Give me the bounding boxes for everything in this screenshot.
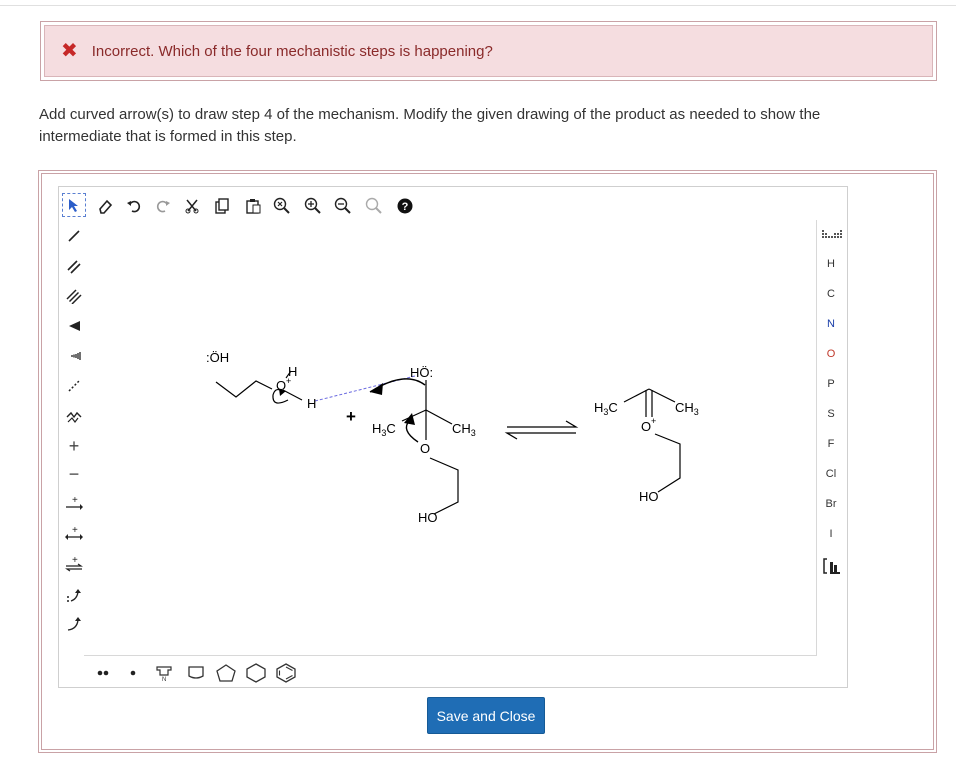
ch3-right-label: CH3 — [675, 400, 699, 417]
ring-o-label: O — [420, 441, 430, 456]
ho-bottom-label: HO — [418, 510, 438, 525]
hemiacetal-molecule[interactable] — [369, 378, 459, 515]
equilibrium-arrows — [504, 420, 579, 440]
ho-top-label: HÖ: — [410, 365, 433, 380]
oplus-right-label: O — [641, 419, 651, 434]
ch3-left-label: CH3 — [452, 421, 476, 438]
h3c-left-label: H3C — [372, 421, 396, 438]
oxonium-o-label: O — [276, 378, 286, 393]
oxonium-plus-label: + — [286, 376, 291, 386]
h3c-right-label: H3C — [594, 400, 618, 417]
reactant-oh-label: :ÖH — [206, 350, 229, 365]
ho-right-label: HO — [639, 489, 659, 504]
oxocarbenium-molecule[interactable] — [623, 388, 681, 493]
oplus-right-charge: + — [651, 416, 656, 426]
save-and-close-button[interactable]: Save and Close — [427, 697, 545, 734]
bridge-h-label: H — [307, 396, 316, 411]
reaction-plus-label: + — [346, 407, 356, 426]
mechanism-drawing[interactable]: :ÖH H O + H + HÖ: H3C CH3 O HO H3C CH3 O… — [0, 0, 956, 757]
